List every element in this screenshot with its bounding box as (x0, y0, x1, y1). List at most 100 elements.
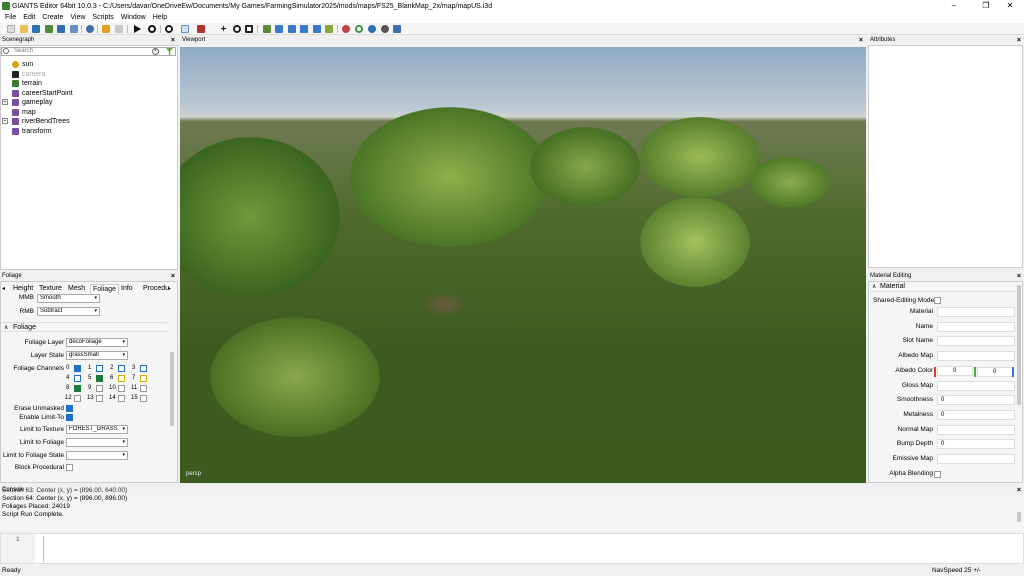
limit-foliage-dropdown[interactable]: ▾ (66, 438, 128, 447)
globe-icon[interactable] (86, 25, 94, 33)
console-scrollbar[interactable] (1017, 512, 1021, 522)
shared-editing-checkbox[interactable] (934, 297, 941, 304)
close-button[interactable]: ✕ (996, 0, 1024, 12)
channel-checkbox-5[interactable] (96, 375, 103, 382)
enable-limit-to-checkbox[interactable] (66, 414, 73, 421)
material-row-field[interactable] (937, 321, 1015, 332)
menu-create[interactable]: Create (42, 14, 63, 21)
material-row-field[interactable] (937, 336, 1015, 347)
tree-item-map[interactable]: map (0, 108, 176, 117)
layer-state-dropdown[interactable]: grassSmall ▾ (66, 351, 128, 360)
channel-checkbox-8[interactable] (74, 385, 81, 392)
material-row-field[interactable]: 0 (937, 439, 1015, 450)
tab-mesh[interactable]: Mesh (68, 284, 85, 294)
material-row-field[interactable] (937, 424, 1015, 435)
material-section-header[interactable]: ∧ Material (870, 282, 1016, 292)
redo-icon[interactable] (115, 25, 123, 33)
erase-unmasked-checkbox[interactable] (66, 405, 73, 412)
channel-checkbox-7[interactable] (140, 375, 147, 382)
sphere-icon[interactable] (342, 25, 350, 33)
place-icon[interactable] (300, 25, 308, 33)
foliage-section-header[interactable]: ∧ Foliage (1, 322, 167, 332)
channel-checkbox-9[interactable] (96, 385, 103, 392)
menu-view[interactable]: View (70, 14, 85, 21)
save-icon[interactable] (32, 25, 40, 33)
foliage-close-button[interactable]: × (171, 272, 175, 281)
channel-checkbox-11[interactable] (140, 385, 147, 392)
tab-scroll-left[interactable]: ◂ (2, 284, 5, 294)
tab-scroll-right[interactable]: ▸ (168, 284, 171, 294)
channel-checkbox-4[interactable] (74, 375, 81, 382)
channel-checkbox-0[interactable] (74, 365, 81, 372)
grid-icon[interactable] (368, 25, 376, 33)
material-scrollbar[interactable] (1017, 285, 1021, 405)
channel-checkbox-14[interactable] (118, 395, 125, 402)
tree-item-gameplay[interactable]: + gameplay (0, 98, 176, 107)
paint-icon[interactable] (275, 25, 283, 33)
menu-window[interactable]: Window (121, 14, 146, 21)
zoom-icon[interactable] (165, 25, 173, 33)
foliage-scrollbar[interactable] (170, 352, 174, 426)
tab-procedural[interactable]: Procedural (143, 284, 169, 294)
scale-icon[interactable] (245, 25, 253, 33)
layers-icon[interactable] (393, 25, 401, 33)
material-row-field[interactable] (937, 351, 1015, 362)
expand-icon[interactable]: + (2, 118, 8, 124)
material-row-field[interactable]: 0 (937, 365, 973, 376)
tree-item-riverBendTrees[interactable]: + riverBendTrees (0, 117, 176, 126)
search-input[interactable]: Search (1, 47, 176, 56)
material-row-field[interactable]: 0 (937, 395, 1015, 406)
select-icon[interactable] (181, 25, 189, 33)
material-close-button[interactable]: × (1017, 272, 1021, 281)
viewport-3d[interactable]: persp (180, 47, 866, 483)
expand-icon[interactable]: + (2, 99, 8, 105)
brush-icon[interactable] (197, 25, 205, 33)
viewport-close-button[interactable]: × (859, 36, 863, 45)
play-icon[interactable] (134, 25, 141, 33)
limit-texture-dropdown[interactable]: FOREST_GRASS ▾ (66, 425, 128, 434)
script-editor[interactable]: 1 (0, 533, 1024, 564)
tab-height[interactable]: Height (13, 284, 33, 294)
rmb-dropdown[interactable]: Subtract ▾ (37, 307, 100, 316)
refresh-icon[interactable] (45, 25, 53, 33)
channel-checkbox-1[interactable] (96, 365, 103, 372)
channel-checkbox-12[interactable] (74, 395, 81, 402)
undo-icon[interactable] (102, 25, 110, 33)
rotate-icon[interactable] (233, 25, 241, 33)
material-row-field[interactable] (937, 307, 1015, 317)
settings-icon[interactable] (381, 25, 389, 33)
tree-item-terrain[interactable]: terrain (0, 79, 176, 88)
channel-checkbox-10[interactable] (118, 385, 125, 392)
new-icon[interactable] (7, 25, 15, 33)
material-row-field[interactable]: 0 (937, 409, 1015, 420)
eye-icon[interactable] (148, 25, 156, 33)
terrain-icon[interactable] (263, 25, 271, 33)
block-procedural-checkbox[interactable] (66, 464, 73, 471)
albedo-color-green-field[interactable]: 0 (977, 367, 1013, 377)
tree-icon[interactable] (325, 25, 333, 33)
channel-checkbox-15[interactable] (140, 395, 147, 402)
menu-edit[interactable]: Edit (23, 14, 35, 21)
channel-checkbox-13[interactable] (96, 395, 103, 402)
foliage-layer-dropdown[interactable]: decoFoliage ▾ (66, 338, 128, 347)
tree-item-transform[interactable]: transform (0, 127, 176, 136)
tab-texture[interactable]: Texture (39, 284, 62, 294)
console-close-button[interactable]: × (1017, 486, 1021, 495)
import-icon[interactable] (70, 25, 78, 33)
tree-item-sun[interactable]: sun (0, 60, 176, 69)
channel-checkbox-3[interactable] (140, 365, 147, 372)
limit-foliage-state-dropdown[interactable]: ▾ (66, 451, 128, 460)
decal-icon[interactable] (313, 25, 321, 33)
tab-info[interactable]: Info (121, 284, 133, 294)
scenegraph-close-button[interactable]: × (171, 36, 175, 45)
cycle-icon[interactable] (355, 25, 363, 33)
move-icon[interactable] (220, 25, 227, 32)
mmb-dropdown[interactable]: Smooth ▾ (37, 294, 100, 303)
attributes-close-button[interactable]: × (1017, 36, 1021, 45)
menu-help[interactable]: Help (153, 14, 167, 21)
open-icon[interactable] (20, 25, 28, 33)
minimize-button[interactable]: – (940, 0, 968, 12)
clear-search-icon[interactable]: × (152, 48, 159, 55)
material-row-field[interactable] (937, 454, 1015, 464)
foliage-icon[interactable] (288, 25, 296, 33)
